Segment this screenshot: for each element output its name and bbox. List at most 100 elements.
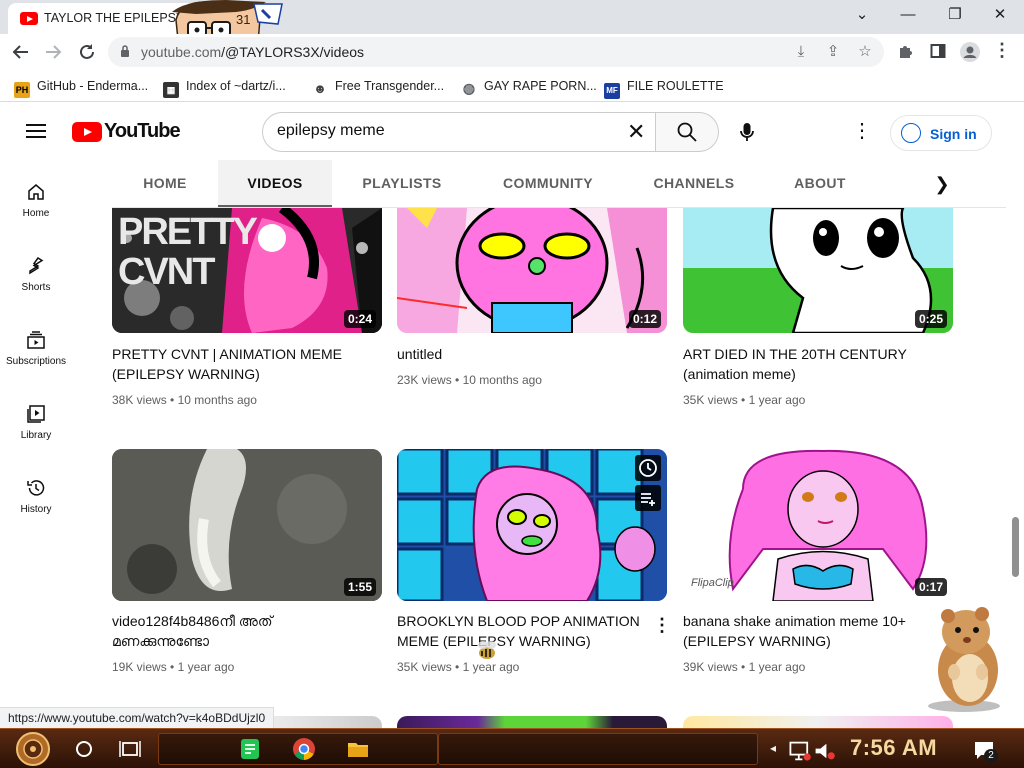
bookmark-item[interactable]: MF FILE ROULETTE (604, 78, 724, 99)
guide-item-subscriptions[interactable]: Subscriptions (0, 330, 72, 400)
reload-icon (80, 44, 94, 59)
thumbnail-art (683, 208, 953, 333)
video-title[interactable]: banana shake animation meme 10+ (EPILEPS… (683, 611, 938, 651)
mf-logo-icon: MF (604, 83, 620, 99)
arrow-right-icon (46, 45, 62, 59)
video-card[interactable]: 0:25 ART DIED IN THE 20TH CENTURY (anima… (683, 208, 953, 418)
close-window-button[interactable]: ✕ (980, 4, 1020, 26)
restore-button[interactable]: ❐ (935, 4, 975, 26)
tab-playlists[interactable]: PLAYLISTS (348, 160, 456, 207)
taskbar-clock[interactable]: 7:56 AM (850, 735, 937, 761)
tab-home[interactable]: HOME (122, 160, 208, 207)
guide-item-library[interactable]: Library (0, 404, 72, 474)
search-box: ✕ (262, 112, 656, 152)
tray-overflow-icon[interactable]: ◂ (770, 741, 776, 755)
forward-button[interactable] (40, 40, 66, 64)
search-button[interactable] (655, 112, 719, 152)
network-icon[interactable] (788, 739, 812, 763)
guide-item-shorts[interactable]: Shorts (0, 256, 72, 326)
video-card[interactable]: PRETTY CVNT 0:24 PRETTY CVNT | ANIMATION… (112, 208, 382, 418)
youtube-wordmark[interactable]: YouTube (104, 120, 181, 143)
guide-item-history[interactable]: History (0, 478, 72, 548)
thumbnail-art (397, 208, 667, 333)
address-bar[interactable]: youtube.com/@TAYLORS3X/videos ⤓ ⇪ ☆ (108, 37, 884, 67)
globe-icon: ◍ (461, 80, 477, 96)
bookmark-item[interactable]: ☻ Free Transgender... (312, 78, 444, 97)
bookmarks-bar: PH GitHub - Enderma... ▦ Index of ~dartz/i… (0, 70, 1024, 102)
guide-item-home[interactable]: Home (0, 182, 72, 252)
video-thumbnail[interactable] (397, 449, 667, 601)
add-to-queue-button[interactable] (635, 485, 661, 511)
image-icon: ▦ (163, 82, 179, 98)
task-view-icon[interactable] (118, 737, 142, 761)
chevron-right-icon[interactable]: ❯ (930, 172, 954, 196)
video-card[interactable]: 0:12 untitled 23K views • 10 months ago (397, 208, 667, 418)
notification-count-badge: 2 (984, 749, 998, 763)
browser-menu-icon[interactable]: ⋮ (993, 41, 1011, 59)
video-title[interactable]: ART DIED IN THE 20TH CENTURY (animation … (683, 344, 938, 384)
file-explorer-icon[interactable] (346, 737, 370, 761)
video-card[interactable]: 1:55 video128f4b8486നീ അത് മണക്കുന്നുണ്ട… (112, 449, 382, 679)
more-actions-icon[interactable]: ⋮ (653, 615, 671, 636)
extensions-puzzle-icon[interactable] (897, 43, 915, 59)
clock-icon (639, 459, 657, 477)
video-card[interactable] (683, 716, 953, 728)
video-title[interactable]: BROOKLYN BLOOD POP ANIMATION MEME (EPILE… (397, 611, 652, 651)
voice-search-button[interactable] (733, 118, 761, 146)
back-button[interactable] (8, 40, 34, 64)
video-thumbnail[interactable]: 0:12 (397, 208, 667, 333)
notes-app-icon[interactable] (238, 737, 262, 761)
mini-guide: Home Shorts Subscriptions Library Histor… (0, 160, 72, 710)
start-button-gear-icon[interactable] (10, 731, 56, 767)
search-input[interactable] (277, 122, 617, 140)
chrome-icon[interactable] (292, 737, 316, 761)
bee-sticker (478, 641, 496, 659)
video-thumbnail[interactable]: 1:55 (112, 449, 382, 601)
video-card[interactable] (397, 716, 667, 728)
video-title[interactable]: PRETTY CVNT | ANIMATION MEME (EPILEPSY W… (112, 344, 367, 384)
profile-avatar-icon[interactable] (960, 42, 980, 62)
settings-kebab-icon[interactable]: ⋮ (852, 121, 872, 143)
url-text: youtube.com/@TAYLORS3X/videos (141, 44, 365, 60)
bookmark-item[interactable]: ◍ GAY RAPE PORN... (461, 78, 597, 96)
tab-about[interactable]: ABOUT (784, 160, 856, 207)
duration-badge: 0:17 (914, 578, 947, 596)
bookmark-item[interactable]: ▦ Index of ~dartz/i... (163, 78, 286, 98)
install-app-icon[interactable]: ⤓ (792, 44, 810, 60)
sign-in-button[interactable]: Sign in (890, 115, 992, 151)
menu-hamburger-icon[interactable] (26, 124, 46, 138)
page-scrollbar[interactable] (1012, 517, 1019, 577)
cortana-circle-icon[interactable] (72, 737, 96, 761)
mask-icon: ☻ (312, 81, 328, 97)
video-card[interactable]: FlipaClip 0:17 banana shake animation me… (683, 449, 953, 679)
reload-button[interactable] (74, 40, 100, 64)
lock-icon (121, 45, 129, 57)
volume-muted-icon[interactable] (812, 739, 836, 763)
taskbar-running-area-right (438, 733, 758, 765)
browser-titlebar: TAYLOR THE EPILEPSY 31 ⌄ — ❐ ✕ (0, 0, 1024, 61)
share-icon[interactable]: ⇪ (824, 44, 842, 60)
video-card[interactable]: BROOKLYN BLOOD POP ANIMATION MEME (EPILE… (397, 449, 671, 679)
minimize-button[interactable]: — (888, 4, 928, 26)
library-icon (27, 405, 45, 423)
side-panel-icon[interactable] (929, 43, 947, 59)
bookmark-star-icon[interactable]: ☆ (856, 44, 874, 60)
video-title[interactable]: video128f4b8486നീ അത് മണക്കുന്നുണ്ടോ (112, 611, 367, 651)
tab-community[interactable]: COMMUNITY (490, 160, 606, 207)
clear-search-icon[interactable]: ✕ (627, 119, 645, 145)
video-thumbnail[interactable] (683, 716, 953, 728)
tab-videos[interactable]: VIDEOS (218, 160, 332, 207)
tab-channels[interactable]: CHANNELS (642, 160, 746, 207)
video-thumbnail[interactable]: PRETTY CVNT 0:24 (112, 208, 382, 333)
bookmark-item[interactable]: PH GitHub - Enderma... (14, 78, 148, 98)
duration-badge: 0:12 (628, 310, 661, 328)
tab-search-button[interactable]: ⌄ (842, 4, 882, 26)
video-thumbnail[interactable] (397, 716, 667, 728)
watch-later-button[interactable] (635, 455, 661, 481)
queue-icon (641, 493, 655, 506)
youtube-logo-icon[interactable] (72, 122, 102, 142)
video-title[interactable]: untitled (397, 344, 652, 364)
video-thumbnail[interactable]: FlipaClip 0:17 (683, 449, 953, 601)
video-meta: 19K views • 1 year ago (112, 660, 235, 674)
video-thumbnail[interactable]: 0:25 (683, 208, 953, 333)
